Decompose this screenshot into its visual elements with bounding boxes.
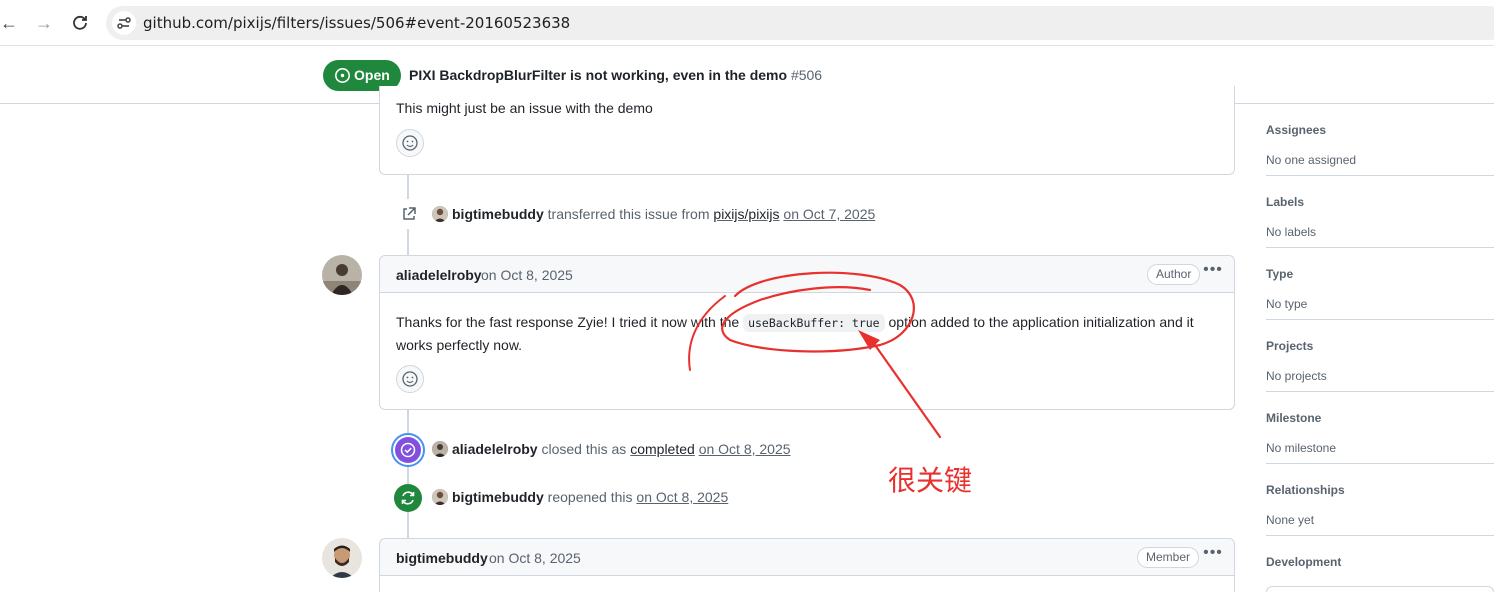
event-action: transferred this issue from [547, 206, 710, 222]
sidebar-section-value: No labels [1266, 225, 1317, 239]
sidebar-section-value: No type [1266, 297, 1308, 311]
check-circle-icon [395, 437, 421, 463]
sidebar-milestone[interactable]: Milestone No milestone [1266, 392, 1494, 464]
event-action: closed this as [541, 441, 627, 457]
issue-title-text: PIXI BackdropBlurFilter is not working, … [409, 67, 788, 83]
comment-partial: This might just be an issue with the dem… [379, 86, 1235, 175]
comment-date-link[interactable]: on Oct 8, 2025 [481, 267, 573, 283]
sync-icon [401, 491, 415, 505]
comment-body: This might just be an issue with the dem… [396, 100, 653, 116]
url-text[interactable]: github.com/pixijs/filters/issues/506#eve… [143, 14, 570, 32]
comment-header: aliadelelroby on Oct 8, 2025 Author ••• [380, 256, 1234, 293]
avatar[interactable] [322, 255, 362, 295]
sidebar-section-title: Milestone [1266, 411, 1322, 425]
comment-body: Thanks for the fast response Zyie! I tri… [396, 311, 1216, 356]
comment-text-after: option added to the application initiali… [888, 314, 1194, 330]
sidebar-labels[interactable]: Labels No labels [1266, 176, 1494, 248]
transfer-event-icon [394, 199, 424, 229]
comment-author-link[interactable]: aliadelelroby [396, 267, 482, 283]
comment-member: bigtimebuddy on Oct 8, 2025 Member ••• [379, 538, 1235, 592]
add-reaction-button[interactable] [396, 365, 424, 393]
sidebar-section-title: Type [1266, 267, 1294, 281]
smiley-icon [402, 371, 418, 387]
comment-text-line2: works perfectly now. [396, 337, 523, 353]
completed-link[interactable]: completed [630, 441, 695, 457]
sidebar-section-value: No milestone [1266, 441, 1337, 455]
annotation-label: 很关键 [888, 464, 973, 497]
author-badge: Author [1147, 264, 1201, 285]
issue-title: PIXI BackdropBlurFilter is not working, … [409, 67, 822, 83]
sidebar-assignees[interactable]: Assignees No one assigned [1266, 104, 1494, 176]
browser-toolbar: ← → github.com/pixijs/filters/issues/506… [0, 0, 1494, 46]
comment-text-before: Thanks for the fast response Zyie! I tri… [396, 314, 740, 330]
event-user-link[interactable]: bigtimebuddy [452, 206, 544, 222]
source-repo-link[interactable]: pixijs/pixijs [713, 206, 779, 222]
event-date-link[interactable]: on Oct 8, 2025 [636, 489, 728, 505]
avatar[interactable] [322, 538, 362, 578]
comment-author: aliadelelroby on Oct 8, 2025 Author ••• … [379, 255, 1235, 410]
kebab-menu-icon[interactable]: ••• [1202, 261, 1224, 283]
closed-event-icon [391, 433, 425, 467]
back-arrow-icon[interactable]: ← [0, 12, 20, 34]
reopened-event-text: bigtimebuddy reopened this on Oct 8, 202… [452, 489, 728, 505]
sidebar-development[interactable]: Development [1266, 536, 1494, 592]
event-action: reopened this [547, 489, 633, 505]
comment-author-link[interactable]: bigtimebuddy [396, 550, 488, 566]
sidebar-section-title: Projects [1266, 339, 1314, 353]
site-settings-icon[interactable] [112, 11, 136, 35]
avatar[interactable] [432, 489, 448, 505]
transfer-event-text: bigtimebuddy transferred this issue from… [452, 206, 875, 222]
kebab-menu-icon[interactable]: ••• [1202, 544, 1224, 566]
smiley-icon [402, 135, 418, 151]
issue-number: #506 [790, 67, 823, 83]
reopened-event-icon [394, 484, 422, 512]
external-link-icon [403, 207, 416, 220]
reload-icon[interactable] [69, 12, 91, 34]
add-reaction-button[interactable] [396, 129, 424, 157]
event-user-link[interactable]: bigtimebuddy [452, 489, 544, 505]
comment-date-link[interactable]: on Oct 8, 2025 [489, 550, 581, 566]
inline-code: useBackBuffer: true [743, 314, 885, 332]
sidebar-section-value: No one assigned [1266, 153, 1357, 167]
avatar[interactable] [432, 206, 448, 222]
issue-open-icon [335, 68, 350, 83]
event-user-link[interactable]: aliadelelroby [452, 441, 538, 457]
avatar[interactable] [432, 441, 448, 457]
event-date-link[interactable]: on Oct 8, 2025 [699, 441, 791, 457]
development-box [1266, 586, 1494, 592]
sidebar-section-title: Development [1266, 555, 1342, 569]
closed-event-text: aliadelelroby closed this as completed o… [452, 441, 791, 457]
sidebar-projects[interactable]: Projects No projects [1266, 320, 1494, 392]
address-bar[interactable]: github.com/pixijs/filters/issues/506#eve… [106, 6, 1494, 40]
timeline-line [407, 410, 409, 538]
sidebar-section-title: Assignees [1266, 123, 1327, 137]
sidebar-type[interactable]: Type No type [1266, 248, 1494, 320]
sidebar-section-title: Relationships [1266, 483, 1345, 497]
comment-header: bigtimebuddy on Oct 8, 2025 Member ••• [380, 539, 1234, 576]
member-badge: Member [1137, 547, 1200, 568]
issue-state-label: Open [354, 67, 390, 83]
sidebar-section-value: None yet [1266, 513, 1315, 527]
sidebar-relationships[interactable]: Relationships None yet [1266, 464, 1494, 536]
event-date-link[interactable]: on Oct 7, 2025 [783, 206, 875, 222]
forward-arrow-icon[interactable]: → [33, 12, 55, 34]
sidebar-section-title: Labels [1266, 195, 1305, 209]
sidebar-section-value: No projects [1266, 369, 1327, 383]
